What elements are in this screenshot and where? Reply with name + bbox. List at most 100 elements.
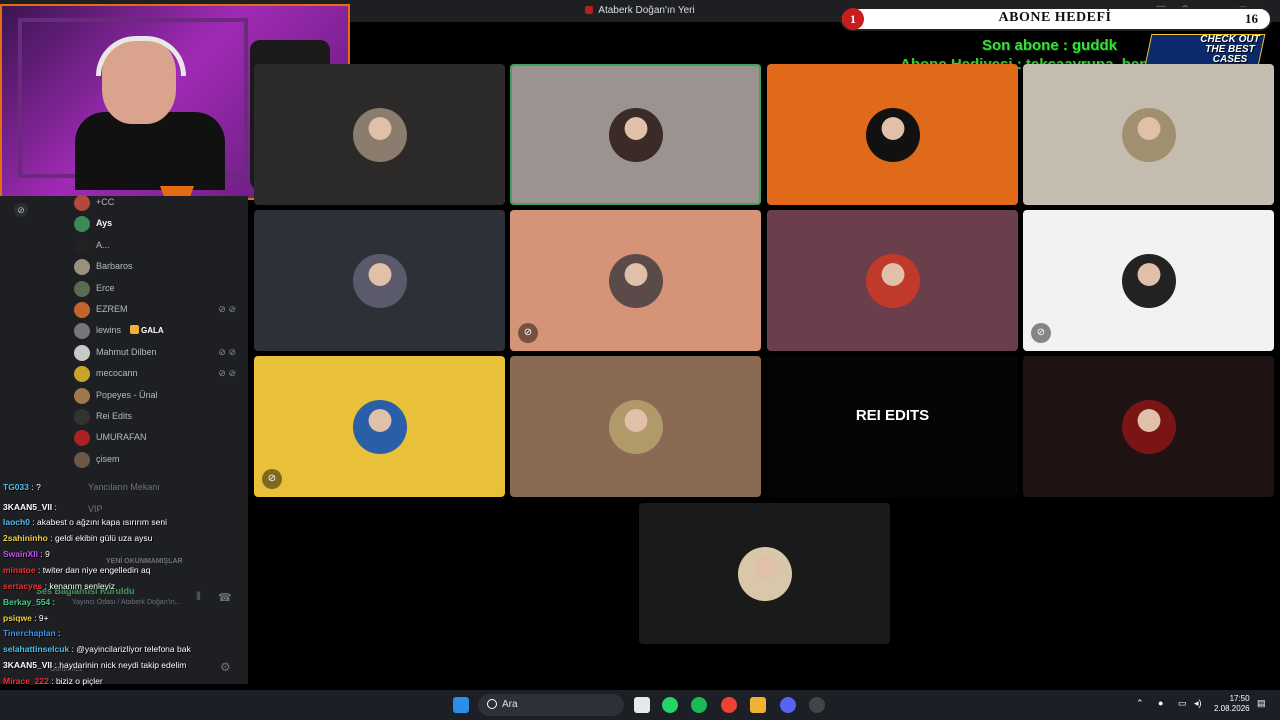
disconnect-icon[interactable]: ☎ — [218, 591, 232, 604]
voice-user-name: +CC — [96, 197, 115, 207]
chat-username: 3KAAN5_VII — [3, 660, 53, 670]
voice-user-name: EZREM — [96, 304, 128, 314]
voice-user-name: Erce — [96, 282, 115, 293]
voice-location: Yayıncı Odası / Ataberk Doğan'ın... — [72, 599, 181, 606]
avatar — [74, 259, 90, 276]
voice-user-5[interactable]: EZREM ⊘ ⊘ — [74, 300, 244, 320]
chat-message: minatoe : twiter dan niye engelledin aq — [3, 565, 150, 575]
voice-user-name: mecocann — [96, 368, 138, 379]
chrome-icon[interactable] — [721, 697, 737, 713]
clock-date: 2.08.2026 — [1214, 704, 1250, 713]
chat-username: sertacyes — [3, 581, 43, 591]
chat-text: : 9+ — [34, 613, 49, 623]
voice-user-8[interactable]: mecocann ⊘ ⊘ — [74, 364, 244, 384]
voice-user-9[interactable]: Popeyes - Ünal — [74, 386, 244, 406]
microphone-icon[interactable]: ● — [1158, 698, 1163, 708]
chat-username: TG033 — [3, 482, 29, 492]
participant-tile[interactable]: REI EDITS — [767, 356, 1018, 497]
chat-username: Mirace_222 — [3, 676, 49, 686]
chat-message: Tinerchaplan : — [3, 628, 61, 638]
avatar — [74, 280, 90, 297]
participant-tile[interactable] — [254, 64, 505, 205]
voice-user-4[interactable]: Erce — [74, 279, 244, 299]
participant-avatar — [866, 108, 920, 162]
participant-avatar — [353, 400, 407, 454]
chat-message: Berkay_554 : — [3, 597, 55, 607]
tray-chevron-icon[interactable]: ⌃ — [1136, 698, 1144, 709]
whatsapp-icon[interactable] — [662, 697, 678, 713]
chat-username: laoch0 — [3, 517, 30, 527]
voice-user-name: UMURAFAN — [96, 432, 147, 443]
chat-username: Berkay_554 — [3, 597, 51, 607]
muted-icon: ⊘ ⊘ — [218, 304, 236, 314]
chat-text: : biziz o piçler — [51, 676, 103, 686]
category-yeni[interactable]: YENİ OKUNMAMIŞLAR — [106, 558, 183, 565]
discord-taskbar-icon[interactable] — [780, 697, 796, 713]
participant-tile[interactable] — [1023, 356, 1274, 497]
avatar — [74, 302, 90, 318]
promo-text: CHECK OUT THE BEST CASES — [1200, 34, 1260, 65]
participant-tile[interactable]: ⊘ — [510, 210, 761, 351]
muted-icon: ⊘ ⊘ — [218, 346, 236, 357]
voice-user-7[interactable]: Mahmut Dilben ⊘ ⊘ — [74, 343, 244, 363]
participant-tile[interactable] — [510, 356, 761, 497]
spotify-icon[interactable] — [691, 697, 707, 713]
chat-text: : geldi ekibin gülü uza aysu — [50, 533, 153, 543]
clock-time: 17:50 — [1229, 694, 1250, 703]
taskbar-search[interactable] — [478, 694, 624, 716]
channel-vip[interactable]: VIP — [88, 504, 103, 514]
participant-tile[interactable] — [254, 210, 505, 351]
voice-user-name: Barbaros — [96, 261, 133, 272]
goal-target-count: 16 — [1245, 11, 1258, 26]
participant-tile[interactable] — [1023, 64, 1274, 205]
task-view-icon[interactable] — [634, 697, 650, 713]
participant-tile[interactable] — [510, 64, 761, 205]
voice-user-11[interactable]: UMURAFAN — [74, 428, 244, 448]
chat-text: : 9 — [40, 549, 50, 559]
participant-tile[interactable]: ⊘ — [1023, 210, 1274, 351]
participant-avatar — [1122, 400, 1176, 454]
noise-suppression-icon[interactable]: ⦀ — [196, 591, 201, 604]
taskbar-clock[interactable]: 17:50 2.08.2026 — [1214, 694, 1250, 714]
chat-text: : twiter dan niye engelledin aq — [37, 565, 151, 575]
start-icon[interactable] — [453, 697, 469, 713]
volume-icon[interactable]: ◂) — [1194, 698, 1202, 709]
muted-mic-icon: ⊘ — [518, 323, 538, 343]
server-icon[interactable]: ⊘ — [14, 203, 28, 217]
voice-user-name: çisem — [96, 453, 120, 464]
network-icon[interactable]: ▭ — [1178, 698, 1187, 709]
chat-message: laoch0 : akabest o ağzını kapa ısırırım … — [3, 517, 167, 527]
channel-yancilar[interactable]: Yancıların Mekanı — [88, 482, 160, 492]
file-explorer-icon[interactable] — [750, 697, 766, 713]
chat-text: : — [58, 628, 61, 638]
badge-gala: GALA — [130, 325, 164, 335]
chat-message: 2sahininho : geldi ekibin gülü uza aysu — [3, 533, 152, 543]
chat-username: minatoe — [3, 565, 36, 575]
voice-user-10[interactable]: Rei Edits — [74, 407, 244, 427]
voice-user-1[interactable]: Ays — [74, 214, 244, 234]
avatar — [74, 430, 90, 447]
settings-gear-icon[interactable]: ⚙ — [220, 660, 231, 674]
voice-user-2[interactable]: A... — [74, 236, 244, 256]
participant-tile[interactable] — [639, 503, 890, 644]
notification-icon[interactable]: ▤ — [1257, 698, 1266, 709]
chat-text: : — [54, 502, 57, 512]
participant-tile[interactable]: ⊘ — [254, 356, 505, 497]
chat-text: : @yayincilarizliyor telefona bak — [71, 644, 191, 654]
voice-user-12[interactable]: çisem — [74, 450, 244, 470]
participant-tile[interactable] — [767, 210, 1018, 351]
voice-user-name: Mahmut Dilben — [96, 346, 157, 357]
voice-user-0[interactable]: +CC — [74, 193, 244, 213]
avatar — [74, 451, 90, 468]
participant-tile[interactable] — [767, 64, 1018, 205]
participant-avatar — [1122, 254, 1176, 308]
steam-icon[interactable] — [809, 697, 825, 713]
last-subscriber-alert: Son abone : guddk — [982, 37, 1117, 54]
chat-text: : kenanım senleyiz — [44, 581, 116, 591]
voice-user-3[interactable]: Barbaros — [74, 257, 244, 277]
chat-message: 3KAAN5_VII : — [3, 502, 57, 512]
avatar — [74, 344, 90, 361]
chat-message: psiqwe : 9+ — [3, 613, 49, 623]
voice-user-6[interactable]: lewins GALA — [74, 321, 244, 341]
chat-username: SwainXll — [3, 549, 38, 559]
